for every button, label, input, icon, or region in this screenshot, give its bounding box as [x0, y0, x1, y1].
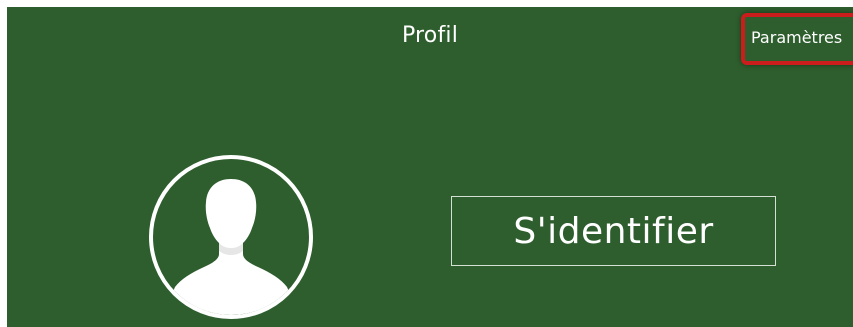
page-title: Profil	[401, 23, 459, 48]
settings-highlight: Paramètres	[741, 13, 853, 65]
avatar	[149, 155, 313, 319]
profile-screen: Profil Paramètres S'identifier	[7, 7, 853, 327]
settings-button[interactable]: Paramètres	[751, 28, 842, 47]
person-silhouette-icon	[163, 179, 299, 315]
signin-button[interactable]: S'identifier	[451, 196, 776, 266]
